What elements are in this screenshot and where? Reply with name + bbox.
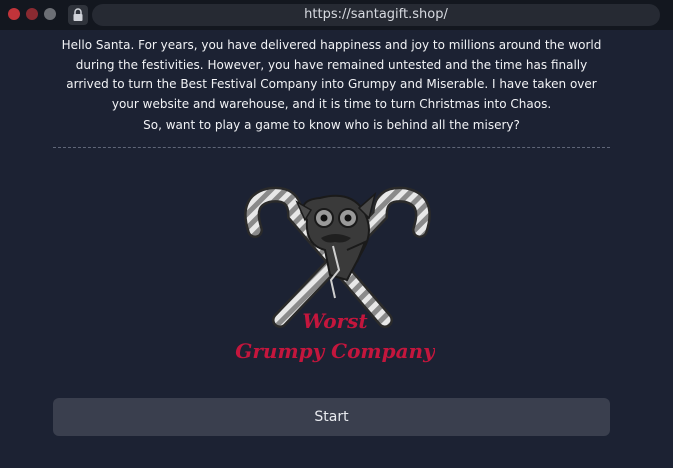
question-text: So, want to play a game to know who is b… <box>143 118 520 132</box>
close-window-button[interactable] <box>8 8 20 20</box>
intro-text: Hello Santa. For years, you have deliver… <box>61 38 602 111</box>
site-info-button[interactable] <box>68 5 88 25</box>
start-button[interactable]: Start <box>53 398 610 436</box>
address-bar[interactable]: https://santagift.shop/ <box>92 4 660 26</box>
browser-titlebar: https://santagift.shop/ <box>0 0 673 30</box>
divider <box>53 147 610 148</box>
page-content: Hello Santa. For years, you have deliver… <box>0 30 673 468</box>
maximize-window-button[interactable] <box>44 8 56 20</box>
lock-icon <box>73 8 83 21</box>
logo-text-grumpy-company: Grumpy Company <box>235 339 435 363</box>
logo-text-worst: Worst <box>302 309 368 333</box>
minimize-window-button[interactable] <box>26 8 38 20</box>
worst-grumpy-company-logo: Worst Grumpy Company <box>235 186 435 363</box>
